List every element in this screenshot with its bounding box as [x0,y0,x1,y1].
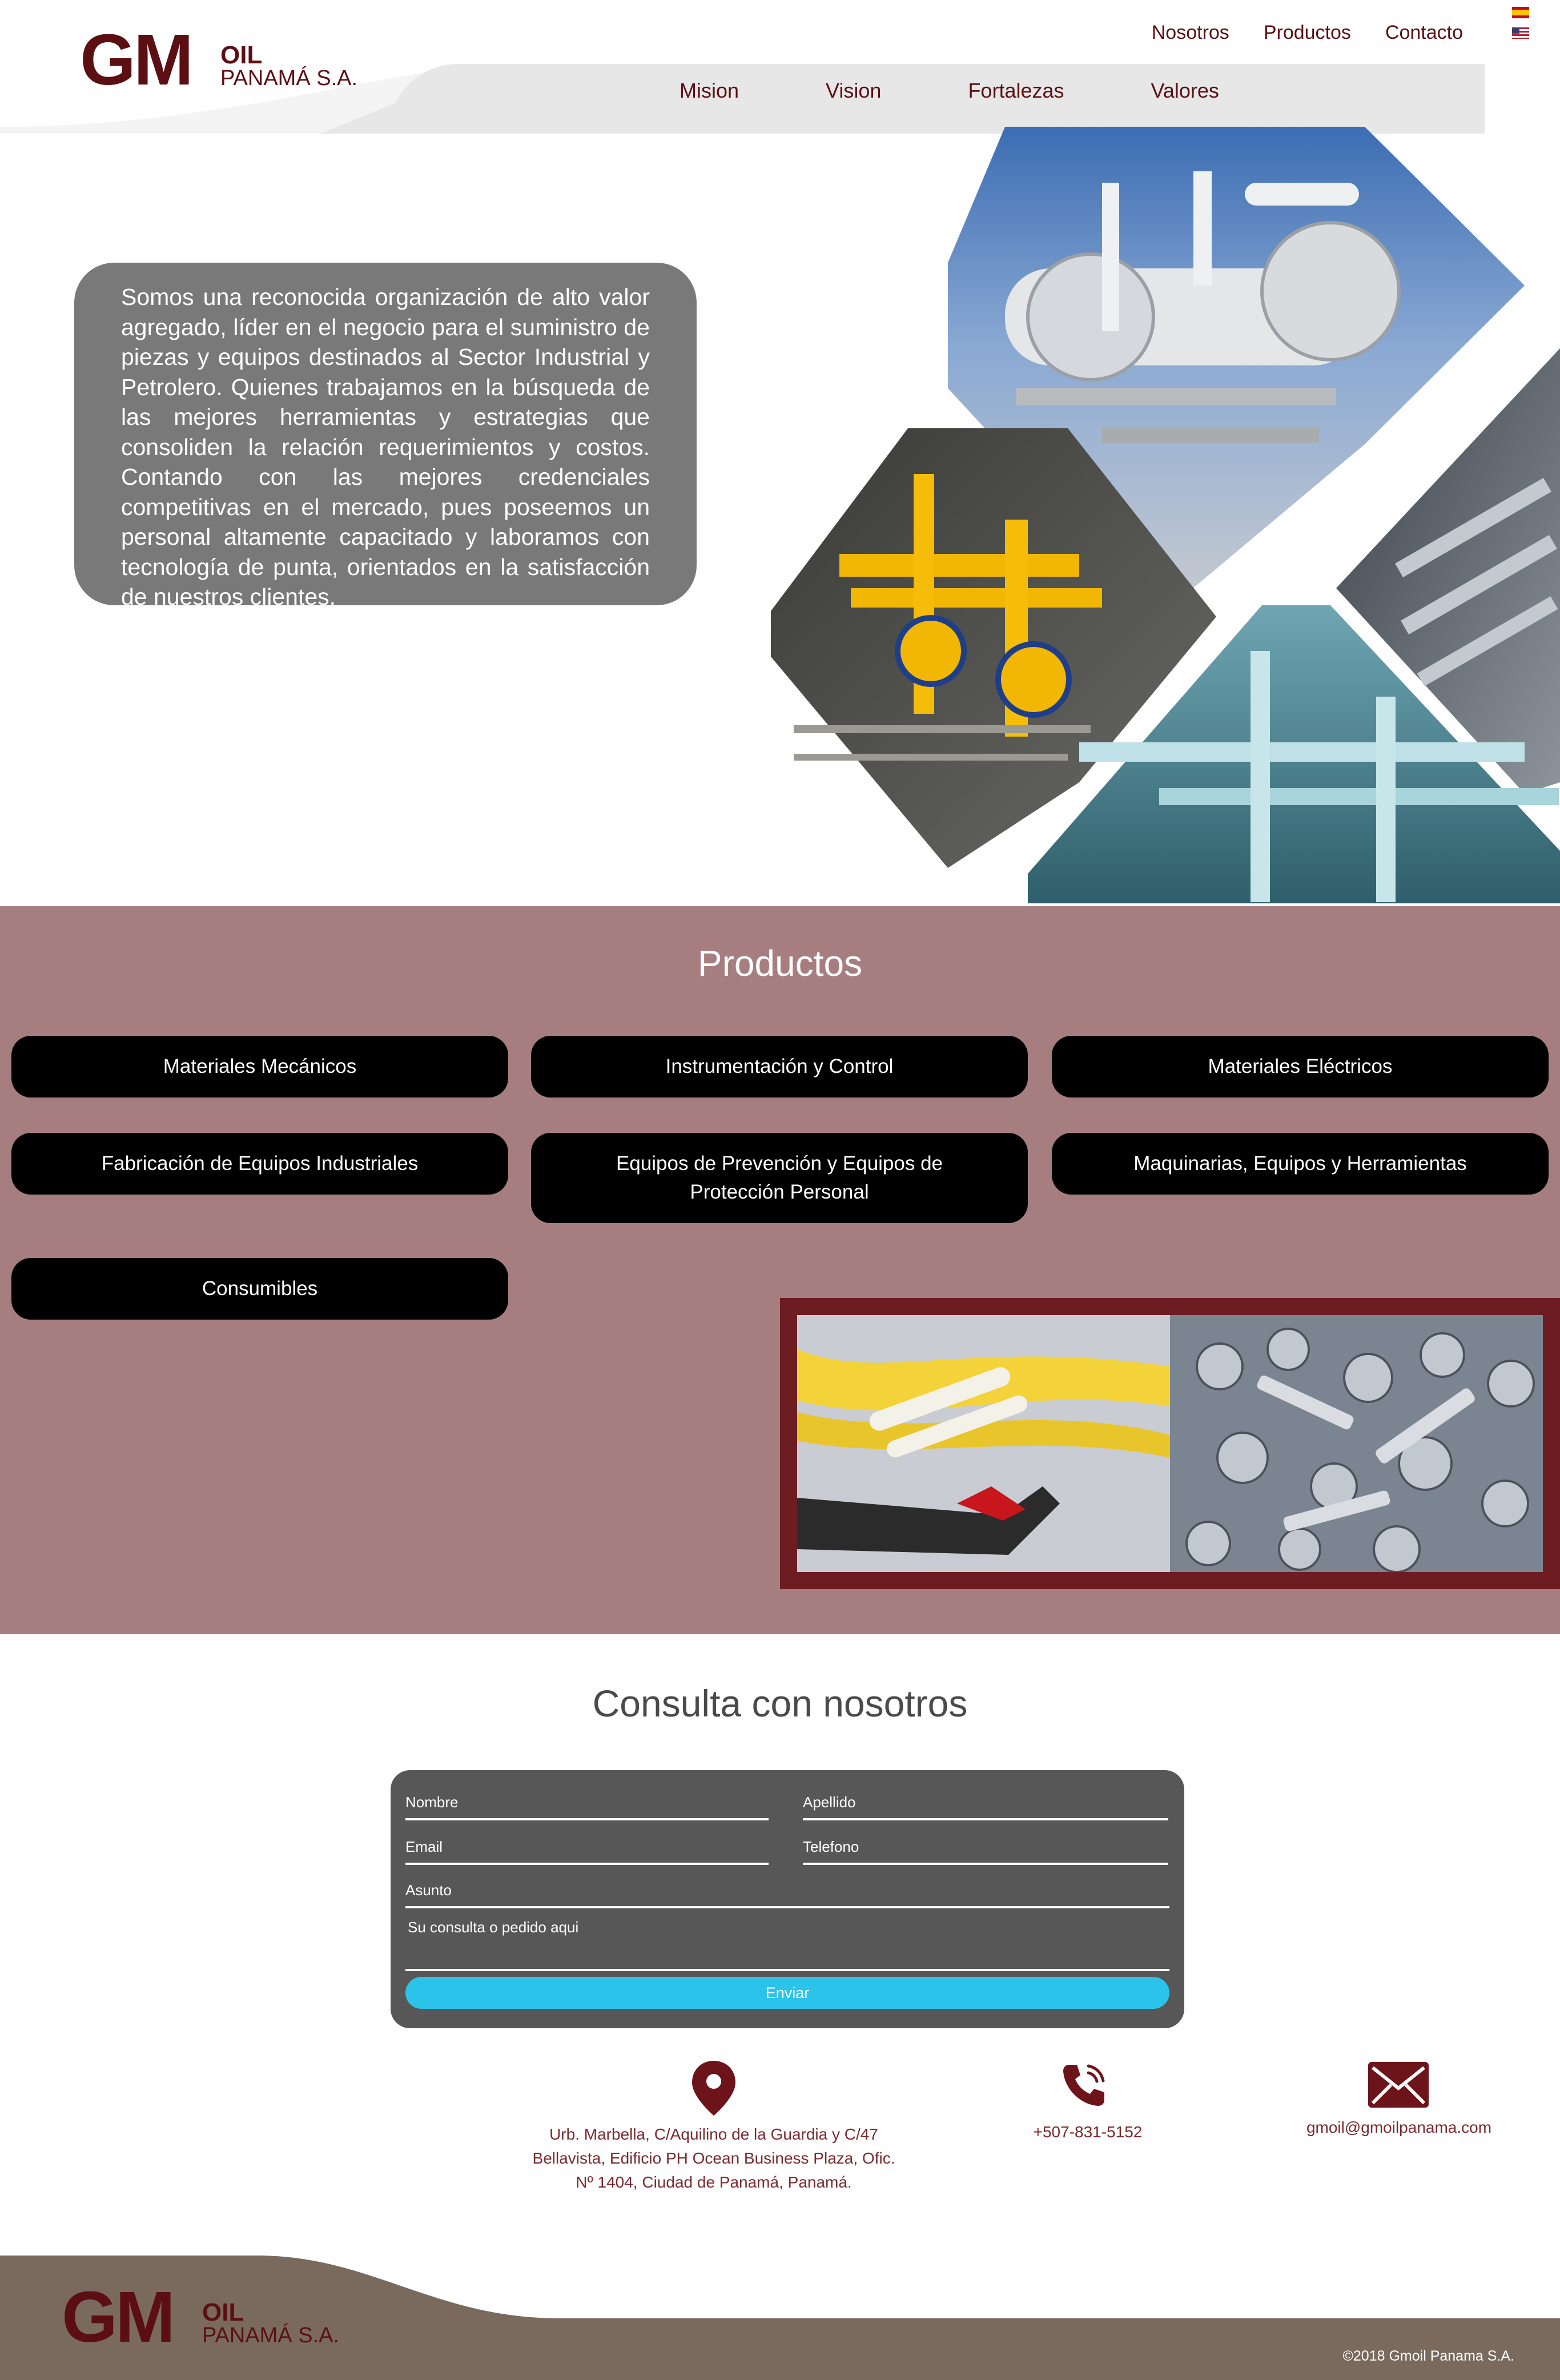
enviar-button[interactable]: Enviar [405,1977,1169,2009]
phone-icon [1063,2064,1105,2106]
product-fabricacion-equipos[interactable]: Fabricación de Equipos Industriales [11,1133,508,1195]
product-consumibles[interactable]: Consumibles [11,1258,508,1320]
nav-contacto[interactable]: Contacto [1385,22,1463,44]
contact-section-title: Consulta con nosotros [592,1682,968,1724]
email-address[interactable]: gmoil@gmoilpanama.com [1256,2116,1542,2140]
mail-icon [1368,2062,1429,2108]
product-maquinarias[interactable]: Maquinarias, Equipos y Herramientas [1052,1133,1549,1195]
mensaje-placeholder: Su consulta o pedido aqui [408,1919,579,1936]
subnav-vision[interactable]: Vision [826,79,881,103]
product-materiales-mecanicos[interactable]: Materiales Mecánicos [11,1036,508,1097]
product-instrumentacion-control[interactable]: Instrumentación y Control [531,1036,1028,1097]
subnav-fortalezas[interactable]: Fortalezas [968,79,1064,103]
location-pin-icon [692,2061,735,2116]
logo-gm: GM [80,19,194,100]
sub-nav: Mision Vision Fortalezas Valores [680,79,1306,103]
asunto-field[interactable]: Asunto [405,1770,1169,1908]
footer-logo-gm: GM [62,2277,175,2357]
footer-logo[interactable]: GM OIL PANAMÁ S.A. [62,2280,359,2354]
subnav-valores[interactable]: Valores [1151,79,1219,103]
products-photo-frame [780,1298,1560,1589]
industrial-photo-collage [771,127,1560,903]
top-nav: Nosotros Productos Contacto [1152,22,1463,44]
nav-nosotros[interactable]: Nosotros [1152,22,1229,44]
address-line-2: Bellavista, Edificio PH Ocean Business P… [532,2149,895,2167]
logo-company: PANAMÁ S.A. [220,66,358,90]
product-materiales-electricos[interactable]: Materiales Eléctricos [1052,1036,1549,1097]
about-text: Somos una reconocida organización de alt… [121,284,650,610]
mensaje-textarea[interactable]: Su consulta o pedido aqui [405,1912,1169,1971]
es-flag-icon[interactable] [1512,7,1529,18]
us-flag-icon[interactable] [1512,27,1529,39]
footer-logo-company: PANAMÁ S.A. [202,2323,340,2347]
asunto-label: Asunto [405,1882,452,1899]
products-title: Productos [697,943,863,984]
nav-productos[interactable]: Productos [1264,22,1351,44]
tools-and-bolts-photo [797,1315,1543,1572]
product-equipos-prevencion[interactable]: Equipos de Prevención y Equipos de Prote… [531,1133,1028,1223]
address-line-3: Nº 1404, Ciudad de Panamá, Panamá. [576,2173,852,2191]
copyright: ©2018 Gmoil Panama S.A. [1342,2348,1514,2364]
about-card: Somos una reconocida organización de alt… [74,263,697,610]
logo[interactable]: GM OIL PANAMÁ S.A. [80,23,377,97]
contact-form: Nombre Apellido Email Telefono Asunto Su… [391,1770,1184,2028]
footer-logo-oil: OIL [202,2298,244,2326]
address: Urb. Marbella, C/Aquilino de la Guardia … [514,2122,914,2194]
subnav-mision[interactable]: Mision [680,79,739,103]
phone-number[interactable]: +507-831-5152 [971,2120,1205,2144]
logo-oil: OIL [220,41,263,69]
address-line-1: Urb. Marbella, C/Aquilino de la Guardia … [549,2125,878,2143]
